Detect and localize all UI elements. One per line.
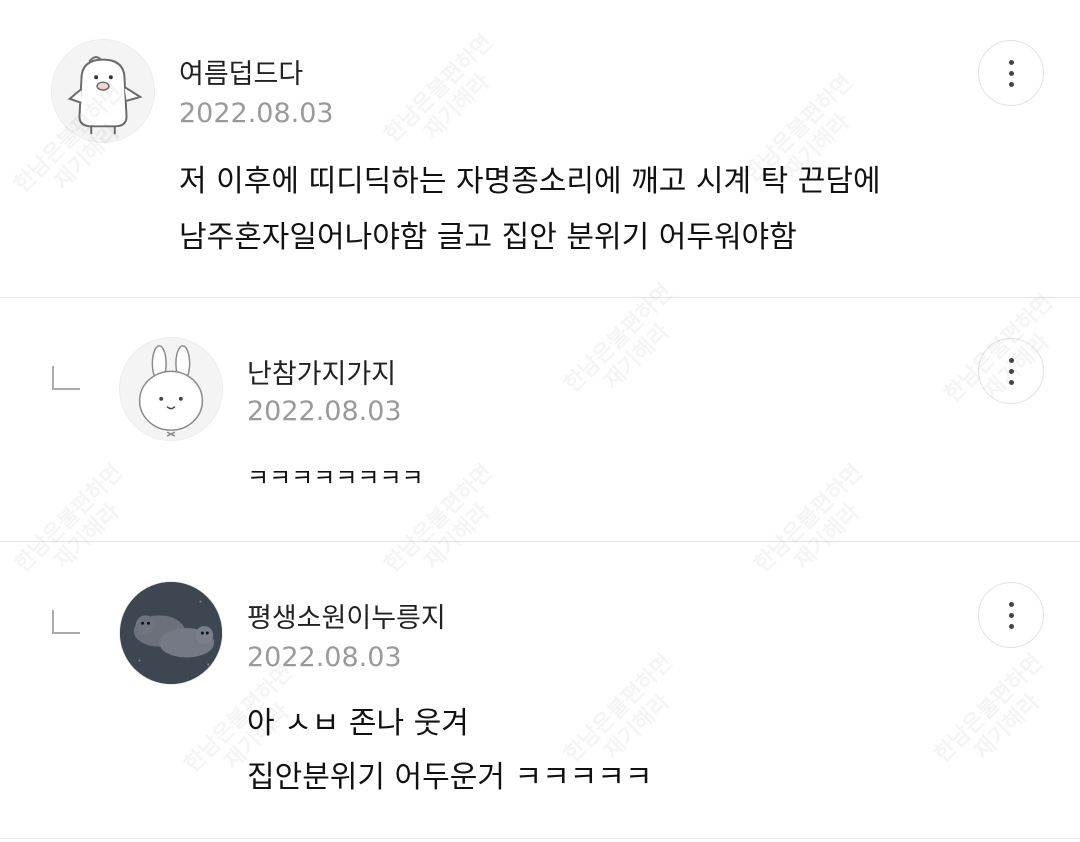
comment-item: 평생소원이누릉지 2022.08.03 아 ㅅㅂ 존나 웃겨 집안분위기 어두운…	[0, 542, 1080, 842]
comment-date: 2022.08.03	[247, 642, 402, 673]
comment-text-line: 남주혼자일어나야함 글고 집안 분위기 어두워야함	[179, 220, 797, 255]
comment-text-line: 저 이후에 띠디딕하는 자명종소리에 깨고 시계 탁 끈담에	[179, 164, 881, 199]
more-options-button[interactable]	[978, 582, 1044, 648]
reply-indent-icon	[52, 366, 80, 390]
comment-text-line: 집안분위기 어두운거 ㅋㅋㅋㅋㅋ	[247, 760, 653, 795]
more-options-button[interactable]	[978, 338, 1044, 404]
reply-indent-icon	[52, 610, 80, 634]
seal-avatar-icon[interactable]	[119, 581, 223, 685]
rabbit-avatar-icon[interactable]	[119, 337, 223, 441]
comment-username[interactable]: 난참가지가지	[247, 352, 396, 391]
comment-divider	[0, 838, 1080, 839]
comment-date: 2022.08.03	[247, 396, 402, 427]
comment-date: 2022.08.03	[179, 98, 334, 129]
penguin-avatar-icon[interactable]	[51, 39, 155, 143]
more-options-button[interactable]	[978, 40, 1044, 106]
comment-username[interactable]: 여름덥드다	[179, 52, 303, 91]
comment-list-page: 여름덥드다 2022.08.03 저 이후에 띠디딕하는 자명종소리에 깨고 시…	[0, 0, 1080, 842]
comment-username[interactable]: 평생소원이누릉지	[247, 596, 446, 635]
comment-text-line: ㅋㅋㅋㅋㅋㅋㅋㅋ	[247, 464, 424, 492]
comment-item: 난참가지가지 2022.08.03 ㅋㅋㅋㅋㅋㅋㅋㅋ	[0, 298, 1080, 541]
comment-item: 여름덥드다 2022.08.03 저 이후에 띠디딕하는 자명종소리에 깨고 시…	[0, 0, 1080, 297]
